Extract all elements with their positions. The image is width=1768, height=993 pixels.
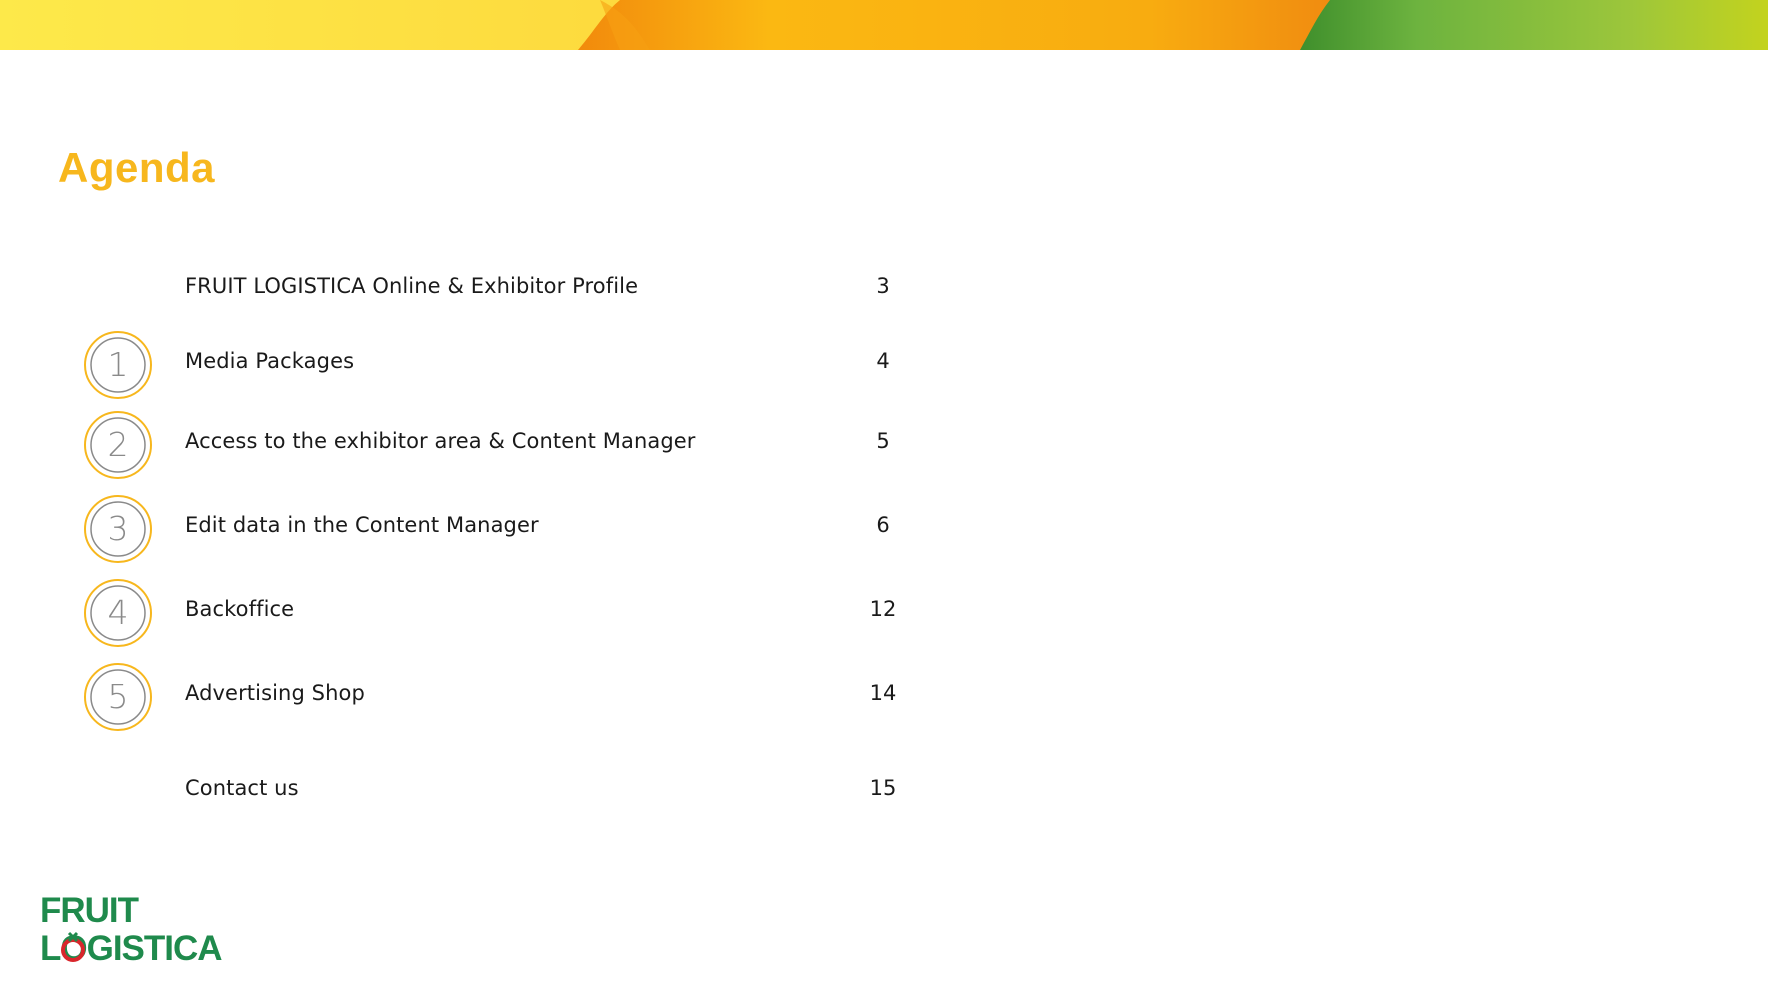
agenda-item[interactable]: 4 Backoffice 12 bbox=[0, 579, 960, 647]
agenda-item-label: Access to the exhibitor area & Content M… bbox=[185, 429, 696, 453]
agenda-item-label: Media Packages bbox=[185, 349, 355, 373]
agenda-item-label: Edit data in the Content Manager bbox=[185, 513, 539, 537]
agenda-item-label: Backoffice bbox=[185, 597, 295, 621]
agenda-item[interactable]: FRUIT LOGISTICA Online & Exhibitor Profi… bbox=[0, 258, 960, 318]
agenda-item-page: 14 bbox=[869, 681, 897, 705]
agenda-item[interactable]: 5 Advertising Shop 14 bbox=[0, 663, 960, 731]
circle-number: 5 bbox=[108, 677, 129, 716]
page-title: Agenda bbox=[58, 144, 216, 191]
agenda-item-page: 4 bbox=[876, 349, 890, 373]
agenda-item-label: Contact us bbox=[185, 776, 299, 800]
circle-number: 1 bbox=[108, 345, 129, 384]
agenda-item-page: 3 bbox=[876, 274, 890, 298]
circle-number: 2 bbox=[108, 425, 129, 464]
svg-text:FRUIT: FRUIT bbox=[40, 892, 139, 930]
agenda-item-label: Advertising Shop bbox=[185, 681, 365, 705]
agenda-item[interactable]: 1 Media Packages 4 bbox=[0, 331, 960, 399]
agenda-item-page: 5 bbox=[876, 429, 890, 453]
slide: Agenda FRUIT LOGISTICA Online & Exhibito… bbox=[0, 0, 1768, 993]
agenda-item-page: 12 bbox=[869, 597, 897, 621]
agenda-item-page: 6 bbox=[876, 513, 890, 537]
circle-number: 3 bbox=[108, 509, 129, 548]
agenda-item-page: 15 bbox=[869, 776, 897, 800]
top-banner bbox=[0, 0, 1768, 50]
agenda-item[interactable]: Contact us 15 bbox=[0, 776, 960, 836]
numbered-circle-icon: 4 bbox=[84, 579, 152, 647]
circle-number: 4 bbox=[108, 593, 129, 632]
agenda-item[interactable]: 3 Edit data in the Content Manager 6 bbox=[0, 495, 960, 563]
numbered-circle-icon: 1 bbox=[84, 331, 152, 399]
numbered-circle-icon: 5 bbox=[84, 663, 152, 731]
fruit-logistica-logo: FRUIT LOGISTICA bbox=[40, 892, 223, 968]
numbered-circle-icon: 2 bbox=[84, 411, 152, 479]
svg-text:LOGISTICA: LOGISTICA bbox=[40, 929, 222, 968]
numbered-circle-icon: 3 bbox=[84, 495, 152, 563]
agenda-item[interactable]: 2 Access to the exhibitor area & Content… bbox=[0, 411, 960, 479]
agenda-item-label: FRUIT LOGISTICA Online & Exhibitor Profi… bbox=[185, 274, 639, 298]
